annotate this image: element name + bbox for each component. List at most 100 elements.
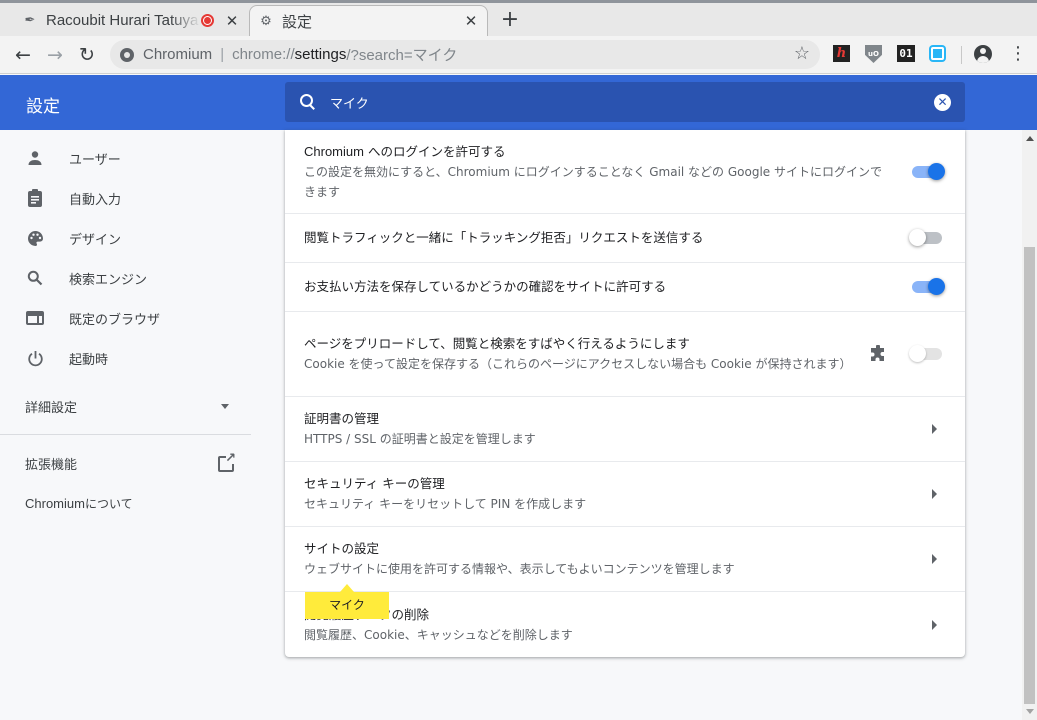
row-title: サイトの設定 — [304, 541, 380, 556]
setting-row-security-keys[interactable]: セキュリティ キーの管理 セキュリティ キーをリセットして PIN を作成します — [285, 461, 965, 526]
sidebar-item-label: 起動時 — [69, 352, 109, 368]
row-text: 証明書の管理 HTTPS / SSL の証明書と設定を管理します — [304, 397, 889, 461]
address-bar[interactable]: Chromium | chrome://settings/?search=マイク… — [110, 40, 820, 69]
payment-methods-toggle[interactable] — [912, 278, 945, 295]
profile-avatar-icon[interactable] — [974, 45, 992, 63]
power-icon — [25, 348, 45, 368]
setting-row-payment-methods[interactable]: お支払い方法を保存しているかどうかの確認をサイトに許可する — [285, 262, 965, 311]
row-title: 閲覧履歴データの削除 — [304, 605, 889, 625]
setting-row-allow-signin[interactable]: Chromium へのログインを許可する この設定を無効にすると、Chromiu… — [285, 130, 965, 213]
tab-title: 設定 — [282, 13, 313, 31]
bookmark-star-icon[interactable]: ☆ — [794, 43, 810, 64]
arrow-right-icon — [932, 424, 937, 434]
setting-row-preload[interactable]: ページをプリロードして、閲覧と検索をすばやく行えるようにします Cookie を… — [285, 311, 965, 396]
row-title: お支払い方法を保存しているかどうかの確認をサイトに許可する — [304, 279, 667, 294]
do-not-track-toggle[interactable] — [909, 229, 942, 246]
open-in-new-icon — [218, 451, 236, 472]
reload-button[interactable]: ↻ — [73, 41, 101, 69]
row-description: この設定を無効にすると、Chromium にログインすることなく Gmail な… — [304, 164, 882, 199]
sidebar-item-about[interactable]: Chromiumについて — [25, 495, 133, 512]
h-extension-icon[interactable]: h — [833, 45, 850, 62]
row-text: 閲覧履歴データの削除 閲覧履歴、Cookie、キャッシュなどを削除します — [304, 592, 889, 657]
caret-down-icon — [221, 404, 229, 409]
row-title-brand: Chromium — [304, 143, 364, 159]
recording-icon — [201, 14, 214, 27]
sidebar-item-people[interactable]: ユーザー — [0, 138, 251, 178]
sidebar-item-appearance[interactable]: デザイン — [0, 218, 251, 258]
toolbar-divider — [961, 46, 962, 64]
sidebar-item-extensions[interactable]: 拡張機能 — [25, 451, 236, 474]
setting-row-do-not-track[interactable]: 閲覧トラフィックと一緒に「トラッキング拒否」リクエストを送信する — [285, 213, 965, 262]
row-title: 閲覧トラフィックと一緒に「トラッキング拒否」リクエストを送信する — [304, 230, 704, 245]
row-description: HTTPS / SSL の証明書と設定を管理します — [304, 432, 536, 446]
url-host: settings — [294, 46, 347, 63]
sidebar-item-autofill[interactable]: 自動入力 — [0, 178, 251, 218]
settings-header: 設定 ✕ — [0, 75, 1037, 130]
sidebar-item-default-browser[interactable]: 既定のブラウザ — [0, 298, 251, 338]
url-scheme: chrome:// — [232, 46, 295, 63]
setting-row-site-settings[interactable]: サイトの設定 ウェブサイトに使用を許可する情報や、表示してもよいコンテンツを管理… — [285, 526, 965, 591]
about-brand: Chromium — [25, 496, 85, 511]
tab-title: Racoubit Hurari Tatuya — [46, 12, 199, 29]
row-text: ページをプリロードして、閲覧と検索をすばやく行えるようにします Cookie を… — [304, 312, 851, 396]
about-label: について — [84, 497, 133, 511]
reload-icon: ↻ — [79, 44, 95, 66]
row-text: サイトの設定 ウェブサイトに使用を許可する情報や、表示してもよいコンテンツを管理… — [304, 527, 889, 591]
scrollbar-thumb[interactable] — [1024, 247, 1035, 704]
row-description: セキュリティ キーをリセットして PIN を作成します — [304, 497, 587, 511]
search-input[interactable] — [330, 94, 890, 110]
scroll-down-arrow-icon[interactable] — [1026, 709, 1034, 714]
sidebar-item-label: 自動入力 — [69, 192, 122, 208]
search-icon — [25, 268, 45, 288]
row-description: 閲覧履歴、Cookie、キャッシュなどを削除します — [304, 627, 573, 642]
quill-icon: ✒ — [24, 13, 36, 28]
clipboard-icon — [25, 188, 45, 208]
setting-row-certificates[interactable]: 証明書の管理 HTTPS / SSL の証明書と設定を管理します — [285, 396, 965, 461]
sidebar-item-label: 既定のブラウザ — [69, 312, 161, 328]
chip-separator: | — [220, 46, 225, 63]
preload-toggle[interactable] — [909, 345, 942, 362]
sidebar-item-on-startup[interactable]: 起動時 — [0, 338, 251, 378]
settings-sidebar: ユーザー 自動入力 デザイン 検索エンジン 既定のブラウザ 起動時 詳細設定 拡… — [0, 130, 251, 720]
close-tab-icon[interactable]: ✕ — [463, 12, 479, 30]
row-text: 閲覧トラフィックと一緒に「トラッキング拒否」リクエストを送信する — [304, 214, 889, 262]
tab-settings[interactable]: ⚙ 設定 ✕ — [249, 5, 488, 36]
row-description: ウェブサイトに使用を許可する情報や、表示してもよいコンテンツを管理します — [304, 562, 735, 576]
clear-search-icon[interactable]: ✕ — [934, 94, 951, 111]
arrow-right-icon: → — [47, 44, 63, 66]
settings-card: Chromium へのログインを許可する この設定を無効にすると、Chromiu… — [285, 130, 965, 657]
gear-icon: ⚙ — [260, 13, 272, 29]
row-text: Chromium へのログインを許可する この設定を無効にすると、Chromiu… — [304, 130, 889, 213]
forward-button[interactable]: → — [41, 41, 69, 69]
settings-search[interactable]: ✕ — [285, 82, 965, 122]
scroll-up-arrow-icon[interactable] — [1026, 136, 1034, 141]
row-text: セキュリティ キーの管理 セキュリティ キーをリセットして PIN を作成します — [304, 462, 889, 526]
back-button[interactable]: ← — [9, 41, 37, 69]
search-icon — [299, 93, 317, 111]
tab-racoubit[interactable]: ✒ Racoubit Hurari Tatuya ✕ — [14, 5, 248, 36]
close-tab-icon[interactable]: ✕ — [224, 12, 240, 30]
01-extension-icon[interactable]: 01 — [897, 45, 915, 62]
sidebar-item-label: デザイン — [69, 232, 122, 248]
ublock-extension-icon[interactable]: uO — [865, 45, 882, 63]
row-text: お支払い方法を保存しているかどうかの確認をサイトに許可する — [304, 263, 889, 311]
person-icon — [25, 148, 45, 168]
menu-kebab-icon[interactable]: ⋮ — [1009, 43, 1027, 65]
extension-puzzle-icon[interactable] — [869, 344, 887, 363]
page-title: 設定 — [26, 97, 60, 117]
url-path: /?search=マイク — [346, 47, 458, 64]
allow-signin-toggle[interactable] — [912, 162, 945, 180]
arrow-right-icon — [932, 619, 937, 630]
browser-toolbar: ← → ↻ Chromium | chrome://settings/?sear… — [0, 36, 1037, 74]
sidebar-divider — [0, 434, 251, 435]
sidebar-advanced-toggle[interactable]: 詳細設定 — [25, 397, 235, 416]
tab-strip: ✒ Racoubit Hurari Tatuya ✕ ⚙ 設定 ✕ + — [0, 3, 1037, 36]
page-scrollbar[interactable] — [1022, 130, 1037, 720]
new-tab-button[interactable]: + — [499, 9, 521, 31]
arrow-right-icon — [932, 489, 937, 499]
square-extension-icon[interactable] — [929, 45, 946, 62]
arrow-left-icon: ← — [15, 44, 31, 66]
sidebar-item-search-engine[interactable]: 検索エンジン — [0, 258, 251, 298]
arrow-right-icon — [932, 554, 937, 564]
browser-window-icon — [25, 308, 45, 328]
